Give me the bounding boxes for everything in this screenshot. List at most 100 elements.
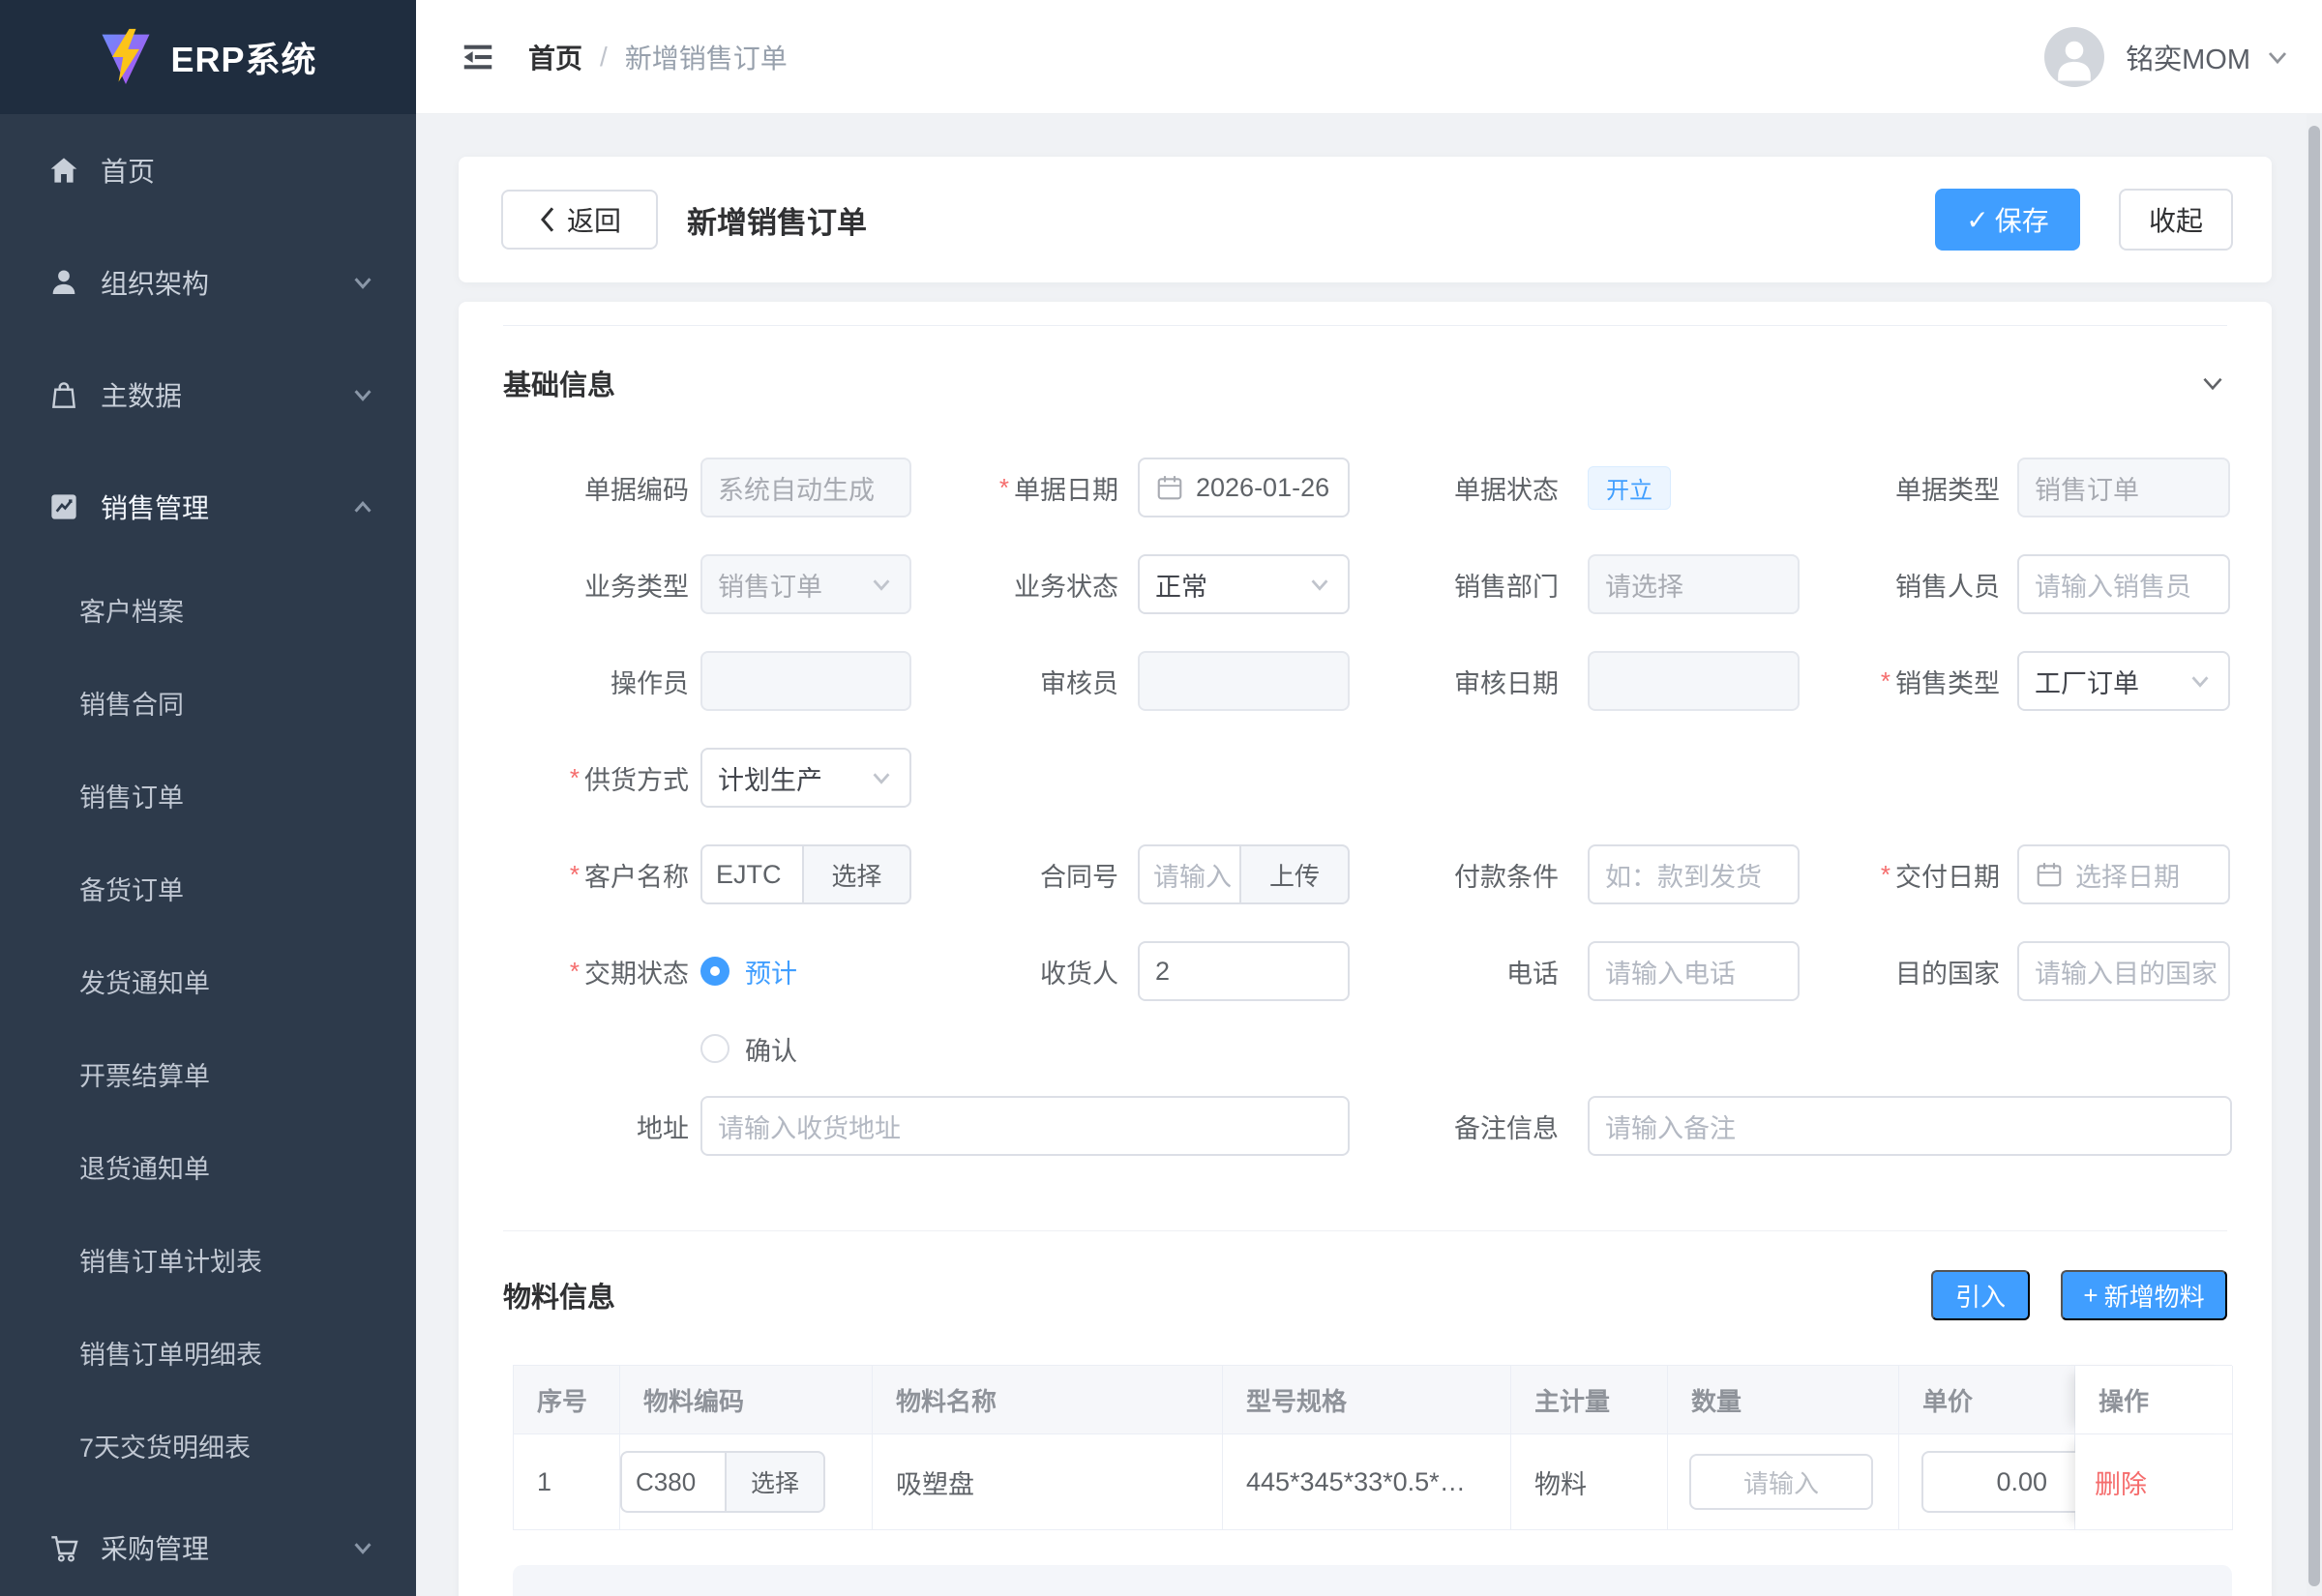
biz-status-select[interactable]: 正常 [1138,554,1350,614]
address-input[interactable]: 请输入收货地址 [700,1096,1350,1156]
sidebar-item-sales-contract[interactable]: 销售合同 [0,656,416,749]
sidebar-item-sales-order-detail[interactable]: 销售订单明细表 [0,1306,416,1399]
qty-input[interactable]: 请输入 [1689,1454,1873,1510]
section-collapse-icon[interactable] [2198,369,2227,398]
auditor-input [1138,651,1350,711]
user-icon [48,267,79,298]
sidebar-item-customer-archive[interactable]: 客户档案 [0,563,416,656]
doc-type-label: 单据类型 [1761,439,2000,536]
row-qty-cell: 请输入 [1668,1434,1899,1530]
row-code-cell: C380 选择 [620,1434,873,1530]
form-row-4: 供货方式 计划生产 [503,729,2227,826]
back-button[interactable]: 返回 [501,190,658,250]
contract-no-input[interactable]: 请输入 [1138,844,1239,904]
col-header-seq: 序号 [514,1366,620,1434]
dest-country-input[interactable]: 请输入目的国家 [2017,941,2230,1001]
chevron-down-icon [350,1535,375,1560]
sidebar: ERP系统 首页 组织架构 主数据 [0,0,416,1596]
scrollbar-thumb[interactable] [2308,126,2320,1586]
row-price-cell: 0.00 [1899,1434,2075,1530]
section-divider [503,1230,2227,1231]
sales-person-label: 销售人员 [1761,536,2000,633]
sidebar-item-stock-order[interactable]: 备货订单 [0,842,416,934]
phone-label: 电话 [1325,923,1559,1020]
import-button[interactable]: 引入 [1931,1270,2030,1320]
doc-code-label: 单据编码 [503,439,689,536]
dest-country-label: 目的国家 [1761,923,2000,1020]
doc-status-badge: 开立 [1588,466,1671,510]
col-header-action: 操作 [2075,1366,2233,1434]
operator-input [700,651,911,711]
col-header-unit: 主计量 [1511,1366,1668,1434]
col-header-code: 物料编码 [620,1366,873,1434]
doc-date-picker[interactable]: 2026-01-26 [1138,458,1350,517]
row-seq: 1 [514,1434,620,1530]
sidebar-item-7day-delivery-detail[interactable]: 7天交货明细表 [0,1399,416,1492]
fold-button[interactable]: 收起 [2119,189,2233,251]
sidebar-item-purchase-mgmt[interactable]: 采购管理 [0,1492,416,1596]
sidebar-item-sales-mgmt[interactable]: 销售管理 [0,451,416,563]
card-top-divider [503,302,2227,326]
sidebar-item-invoice-settlement[interactable]: 开票结算单 [0,1027,416,1120]
remark-label: 备注信息 [1325,1078,1559,1174]
sales-type-select[interactable]: 工厂订单 [2017,651,2230,711]
biz-status-label: 业务状态 [890,536,1118,633]
breadcrumb-separator: / [600,42,608,73]
form-row-1: 单据编码 系统自动生成 单据日期 2026-01-26 单据状态 开立 单据类型 [503,439,2227,536]
audit-date-label: 审核日期 [1325,633,1559,729]
remark-input[interactable]: 请输入备注 [1588,1096,2232,1156]
delivery-status-radio-confirmed[interactable]: 确认 [700,1020,797,1078]
customer-input[interactable]: EJTC [700,844,802,904]
sidebar-item-sales-order[interactable]: 销售订单 [0,749,416,842]
add-material-button[interactable]: + 新增物料 [2061,1270,2227,1320]
delivery-date-picker[interactable]: 选择日期 [2017,844,2230,904]
user-menu[interactable]: 铭奕MOM [2044,27,2291,87]
order-form-card: 基础信息 单据编码 系统自动生成 单据日期 2026-01-26 [459,302,2272,1596]
sales-person-input[interactable]: 请输入销售员 [2017,554,2230,614]
breadcrumb-current: 新增销售订单 [625,38,788,76]
page-header-card: 返回 新增销售订单 ✓ 保存 收起 [459,157,2272,282]
sidebar-item-shipping-notice[interactable]: 发货通知单 [0,934,416,1027]
price-input[interactable]: 0.00 [1921,1451,2096,1513]
material-section-header: 物料信息 引入 + 新增物料 [503,1251,2227,1340]
auditor-label: 审核员 [890,633,1118,729]
delivery-status-label: 交期状态 [503,923,689,1020]
app-logo: ERP系统 [0,0,416,114]
doc-date-label: 单据日期 [890,439,1118,536]
row-unit: 物料 [1511,1434,1668,1530]
delivery-date-label: 交付日期 [1761,826,2000,923]
form-row-6b: 确认 [503,1020,2227,1078]
sidebar-item-sales-order-plan[interactable]: 销售订单计划表 [0,1213,416,1306]
save-button[interactable]: ✓ 保存 [1935,189,2080,251]
receiver-label: 收货人 [890,923,1118,1020]
sidebar-item-return-notice[interactable]: 退货通知单 [0,1120,416,1213]
next-section-placeholder [513,1565,2232,1596]
breadcrumb-home[interactable]: 首页 [528,38,582,76]
avatar [2044,27,2104,87]
delete-row-link[interactable]: 删除 [2095,1463,2147,1501]
form-row-7: 地址 请输入收货地址 备注信息 请输入备注 [503,1078,2227,1174]
biz-type-select: 销售订单 [700,554,911,614]
material-code-input[interactable]: C380 [620,1451,725,1513]
sidebar-collapse-icon[interactable] [459,40,497,74]
form-row-3: 操作员 审核员 审核日期 销售类型 工厂订单 [503,633,2227,729]
sidebar-item-org[interactable]: 组织架构 [0,226,416,339]
logo-bolt-icon [99,27,153,87]
customer-field: EJTC 选择 [700,844,911,904]
col-header-price: 单价 [1899,1366,2075,1434]
chevron-down-icon [2188,668,2213,694]
material-table: 序号 物料编码 物料名称 型号规格 主计量 数量 单价 操作 1 C380 选择… [513,1365,2232,1530]
sidebar-menu: 首页 组织架构 主数据 销售管理 [0,114,416,1596]
receiver-input[interactable]: 2 [1138,941,1350,1001]
check-icon: ✓ [1966,204,1988,236]
doc-code-input: 系统自动生成 [700,458,911,517]
sidebar-item-master-data[interactable]: 主数据 [0,339,416,451]
material-code-select-button[interactable]: 选择 [725,1451,825,1513]
delivery-status-radio-expected[interactable]: 预计 [700,923,797,1020]
bag-icon [48,379,79,410]
doc-type-input: 销售订单 [2017,458,2230,517]
supply-mode-select[interactable]: 计划生产 [700,748,911,808]
doc-status-label: 单据状态 [1325,439,1559,536]
contract-no-field: 请输入 上传 [1138,844,1350,904]
sidebar-item-home[interactable]: 首页 [0,114,416,226]
